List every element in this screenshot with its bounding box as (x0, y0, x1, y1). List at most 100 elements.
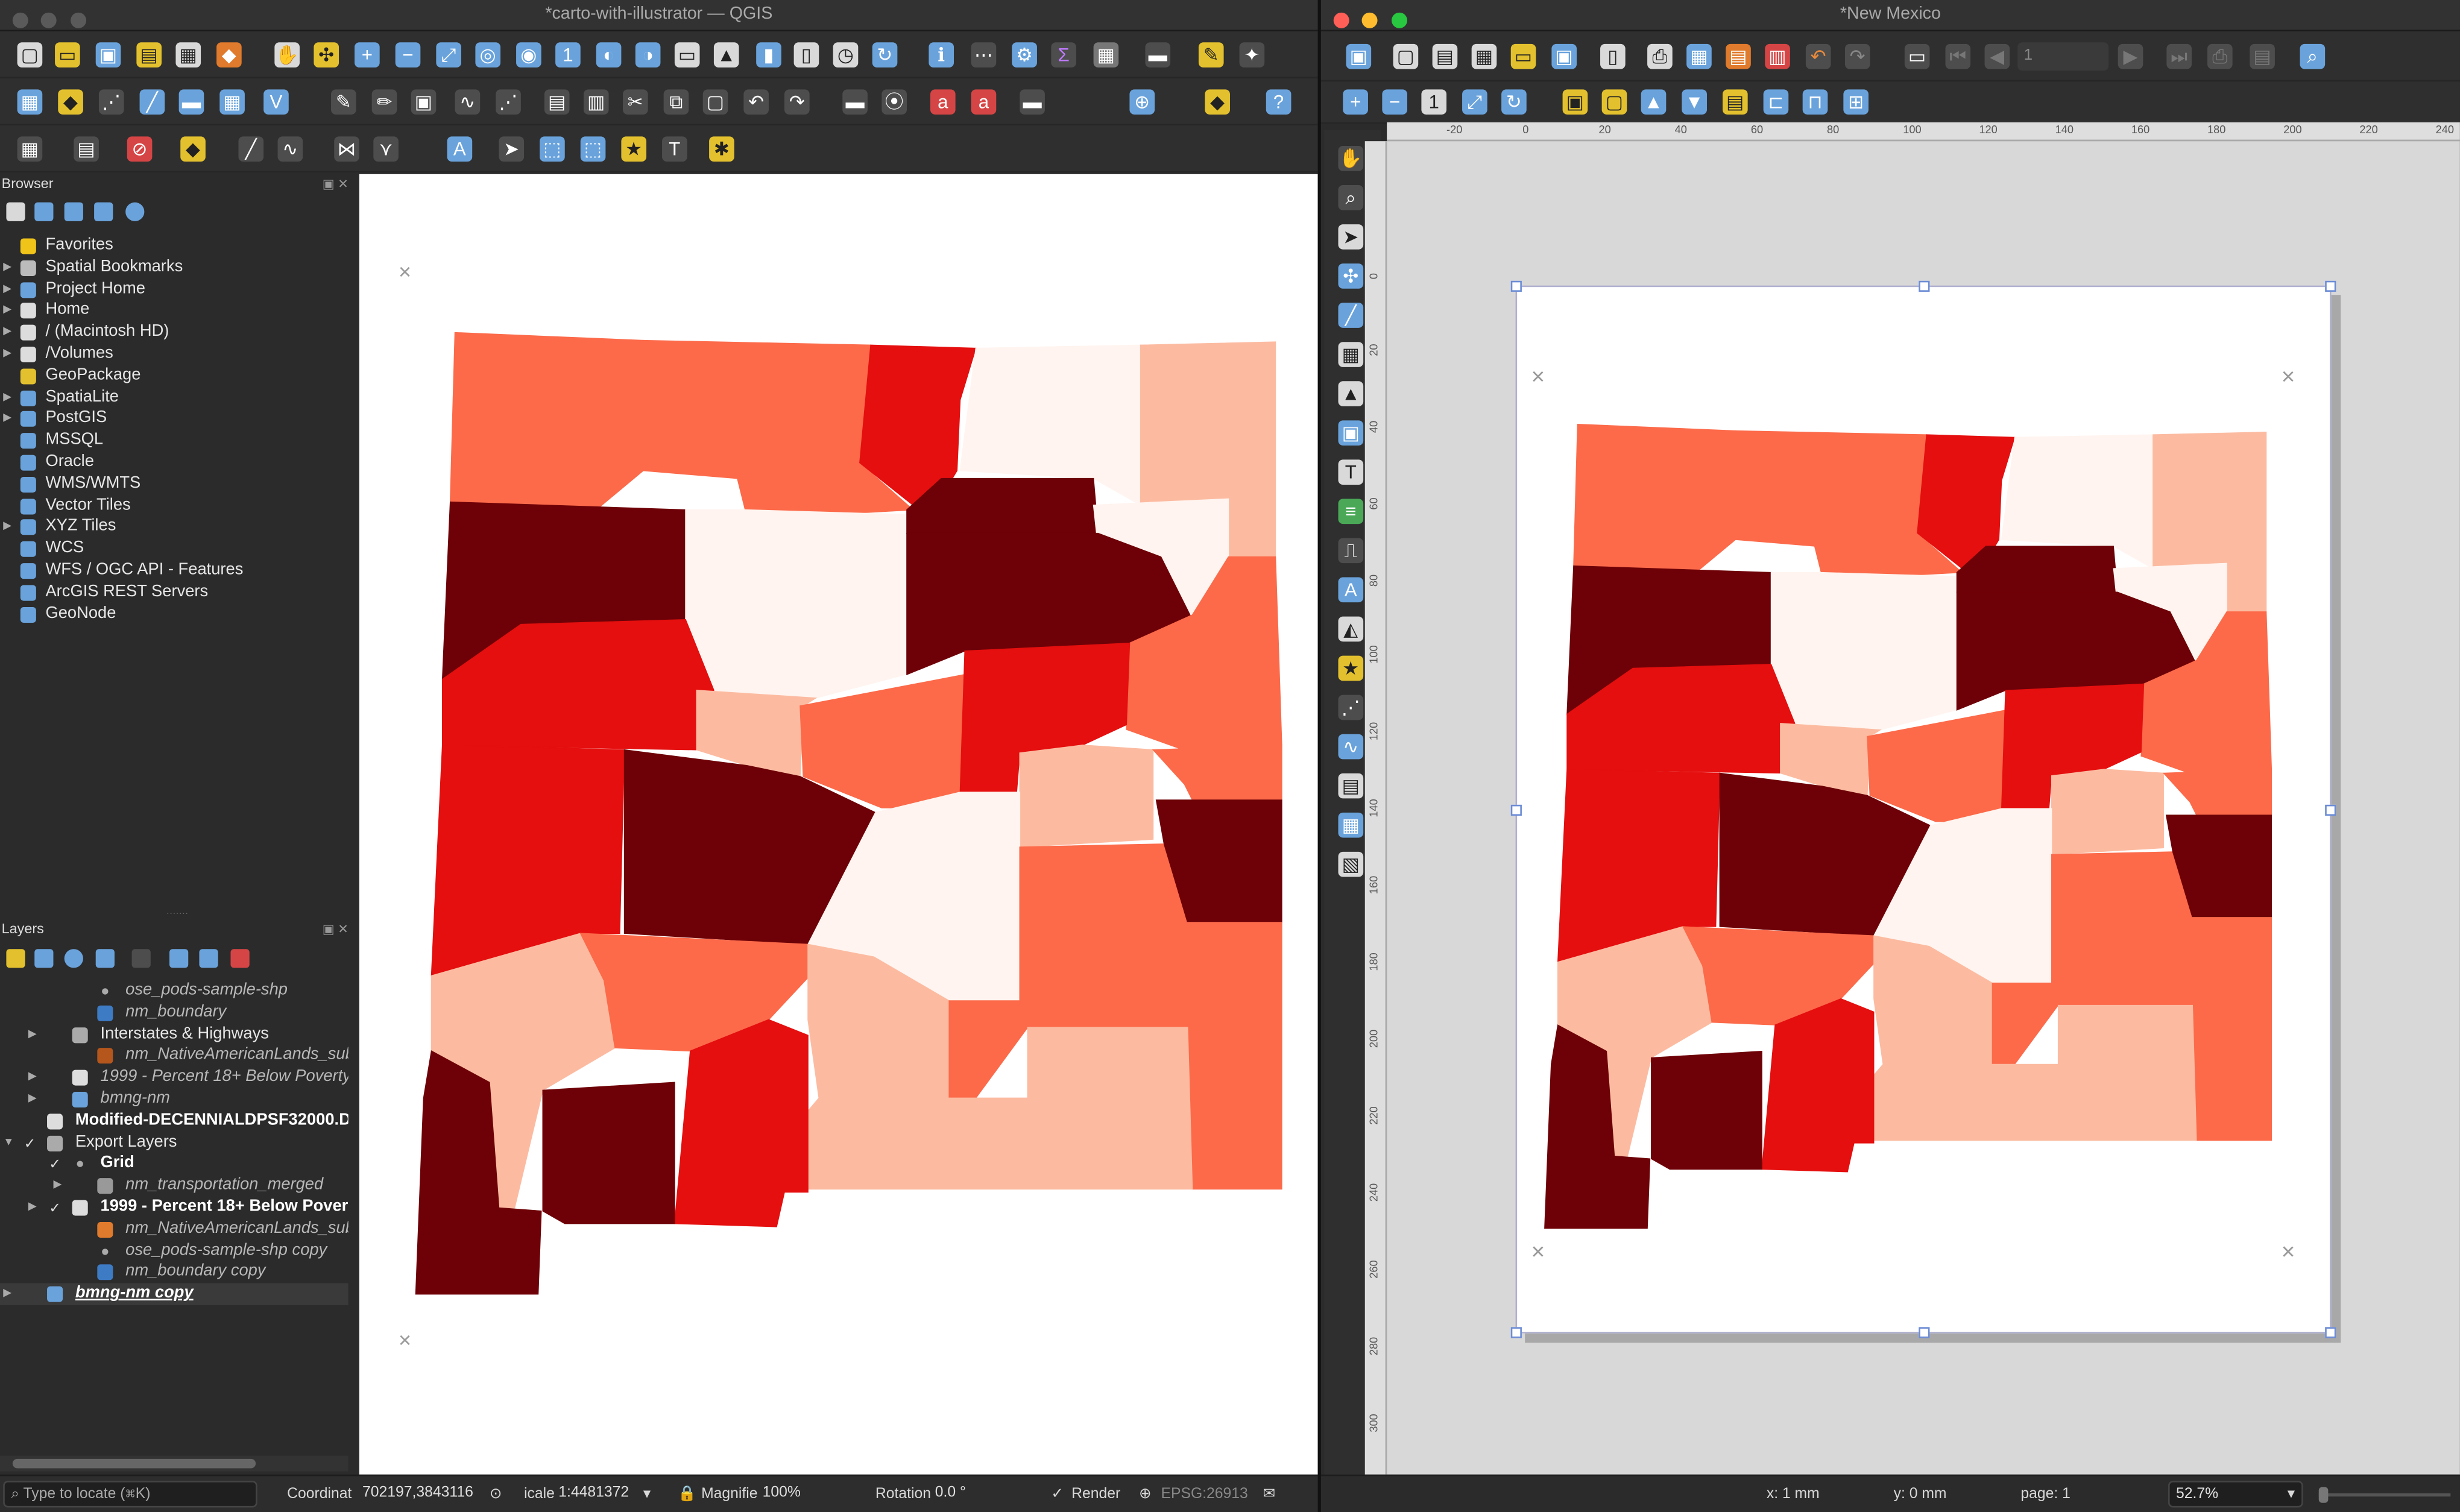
settings-gear-icon[interactable]: ⚙ (1012, 42, 1037, 68)
add-fixed-table-icon[interactable]: ▧ (1338, 851, 1364, 877)
layer-visibility-checkbox[interactable] (47, 1027, 63, 1042)
browser-item-arcgis-rest-servers[interactable]: ArcGIS REST Servers (0, 582, 348, 603)
panel-float-close-icon[interactable]: ▣ ✕ (323, 177, 348, 191)
copy-features-icon[interactable]: ⧉ (663, 89, 689, 115)
layer-item-ose-pods-sample-shp[interactable]: ose_pods-sample-shp (0, 980, 348, 1002)
layer-visibility-checkbox[interactable] (72, 1048, 88, 1064)
page-setup-icon[interactable]: ▯ (1600, 43, 1626, 69)
edit-nodes-icon[interactable]: ╱ (1338, 303, 1364, 328)
pin-label-star-icon[interactable]: ★ (621, 136, 647, 162)
save-as-icon[interactable]: ▤ (136, 42, 162, 68)
unlock-all-icon[interactable]: ▢ (1601, 89, 1627, 115)
print-atlas-icon[interactable]: ⎙ (2207, 43, 2233, 69)
deselect-all-icon[interactable]: ⊘ (127, 136, 153, 162)
add-legend-icon[interactable]: ≡ (1338, 499, 1364, 524)
zoom-full-icon[interactable]: ⤢ (436, 42, 461, 68)
add-shape-icon[interactable]: ◭ (1338, 616, 1364, 642)
properties-info-icon[interactable] (125, 202, 145, 221)
new-spatialite-icon[interactable]: ╱ (139, 89, 165, 115)
refresh-view-icon[interactable]: ↻ (1501, 89, 1527, 115)
layout-map-item[interactable]: × × × × (1517, 287, 2330, 1332)
python-console-icon[interactable]: ◆ (1205, 89, 1230, 115)
locator-search-input[interactable]: ⌕ Type to locate (⌘K) (3, 1481, 257, 1508)
add-polyline-icon[interactable]: ∿ (1338, 734, 1364, 760)
first-feature-icon[interactable]: ⏮ (1945, 43, 1971, 69)
expand-arrow-icon[interactable]: ▶ (3, 279, 11, 300)
export-image-icon[interactable]: ▦ (1686, 43, 1712, 69)
browser-item-geopackage[interactable]: GeoPackage (0, 365, 348, 387)
open-template-icon[interactable]: ▭ (1510, 43, 1536, 69)
browser-item-mssql[interactable]: MSSQL (0, 430, 348, 452)
save-layout-icon[interactable]: ▣ (1346, 43, 1372, 69)
expand-arrow-icon[interactable]: ▶ (3, 387, 11, 409)
add-map-icon[interactable]: ▦ (1338, 342, 1364, 367)
pan-to-selection-icon[interactable]: ✣ (314, 42, 339, 68)
expand-arrow-icon[interactable]: ▶ (28, 1067, 37, 1089)
new-map-view-icon[interactable]: ▭ (674, 42, 700, 68)
select-by-value-icon[interactable]: ▤ (74, 136, 99, 162)
redo-icon[interactable]: ↷ (784, 89, 810, 115)
delete-selected-icon[interactable]: ▥ (583, 89, 609, 115)
new-3d-map-view-icon[interactable]: ▲ (713, 42, 739, 68)
crs-globe-icon[interactable]: ⊕ (1139, 1485, 1152, 1503)
layer-visibility-checkbox[interactable] (72, 1243, 88, 1259)
layer-item-1999-percent-18-below-pover[interactable]: ▶ ✓ 1999 - Percent 18+ Below Pover (0, 1197, 348, 1218)
lower-items-icon[interactable]: ▼ (1682, 89, 1707, 115)
panel-splitter[interactable]: ······· (0, 910, 355, 919)
export-atlas-icon[interactable]: ▤ (2250, 43, 2275, 69)
layer-item-grid[interactable]: ✓ Grid (0, 1153, 348, 1175)
vertex-tool-icon[interactable]: ⋰ (496, 89, 521, 115)
render-checkbox[interactable]: ✓ (1051, 1485, 1064, 1503)
digitize-icon[interactable]: ∿ (455, 89, 481, 115)
zoom-full-icon[interactable]: ⤢ (1462, 89, 1487, 115)
previous-feature-icon[interactable]: ◀ (1984, 43, 2010, 69)
zoom-100-icon[interactable]: 1 (1421, 89, 1447, 115)
browser-item-volumes[interactable]: ▶ /Volumes (0, 344, 348, 365)
chevron-down-icon[interactable]: ▾ (643, 1485, 651, 1503)
layer-visibility-checkbox[interactable]: ✓ (47, 1157, 63, 1173)
resize-handle[interactable] (2325, 804, 2336, 816)
duplicate-layout-icon[interactable]: ▤ (1432, 43, 1458, 69)
new-layout-icon[interactable]: ▢ (1393, 43, 1419, 69)
last-feature-icon[interactable]: ⏭ (2166, 43, 2192, 69)
browser-item-macintosh-hd[interactable]: ▶ / (Macintosh HD) (0, 322, 348, 344)
browser-item-spatial-bookmarks[interactable]: ▶ Spatial Bookmarks (0, 257, 348, 279)
open-attribute-table-icon[interactable]: ⋯ (971, 42, 997, 68)
statistics-sum-icon[interactable]: Σ (1051, 42, 1076, 68)
messages-icon[interactable]: ✉ (1263, 1485, 1276, 1503)
toggle-extents-icon[interactable]: ⊙ (490, 1485, 502, 1503)
help-icon[interactable]: ? (1266, 89, 1292, 115)
select-feature-icon[interactable]: ▦ (17, 136, 43, 162)
print-icon[interactable]: ⎙ (1647, 43, 1673, 69)
resize-handle[interactable] (1510, 804, 1522, 816)
map-tips-icon[interactable]: ✎ (1198, 42, 1224, 68)
web-globe-icon[interactable]: ⊕ (1129, 89, 1155, 115)
distribute-icon[interactable]: ⊓ (1802, 89, 1828, 115)
add-scalebar-icon[interactable]: ⎍ (1338, 538, 1364, 564)
expand-arrow-icon[interactable]: ▶ (53, 1175, 62, 1197)
label-toolbar-abc-icon[interactable]: a (930, 89, 956, 115)
new-geopackage-icon[interactable]: ◆ (58, 89, 83, 115)
new-shapefile-icon[interactable]: ⋰ (98, 89, 124, 115)
browser-item-wfs-ogc-api-features[interactable]: WFS / OGC API - Features (0, 560, 348, 582)
magnifier-spinbox[interactable]: 100% (756, 1481, 863, 1507)
atlas-page-input[interactable]: 1 (2017, 42, 2109, 71)
expand-all-icon[interactable] (169, 949, 189, 968)
annotation-text-icon[interactable]: ✱ (709, 136, 734, 162)
resize-handle[interactable] (2325, 1327, 2336, 1338)
new-print-layout-icon[interactable]: ▦ (175, 42, 201, 68)
layer-item-bmng-nm-copy[interactable]: ▶ bmng-nm copy (0, 1283, 348, 1305)
split-features-icon[interactable]: ⋈ (334, 136, 359, 162)
move-item-content-icon[interactable]: ✣ (1338, 263, 1364, 289)
browser-item-vector-tiles[interactable]: Vector Tiles (0, 495, 348, 517)
new-virtual-layer-icon[interactable]: ▦ (219, 89, 245, 115)
measure-line-icon[interactable]: ▬ (1145, 42, 1171, 68)
layer-item-ose-pods-sample-shp-copy[interactable]: ose_pods-sample-shp copy (0, 1240, 348, 1262)
add-attribute-table-icon[interactable]: ▦ (1338, 812, 1364, 838)
zoom-last-icon[interactable]: ◐ (596, 42, 622, 68)
label-highlight-abc-icon[interactable]: a (971, 89, 997, 115)
zoom-native-resolution-icon[interactable]: 1 (555, 42, 581, 68)
save-edits-icon[interactable]: ▣ (411, 89, 437, 115)
layer-visibility-checkbox[interactable] (47, 1070, 63, 1086)
select-by-location-icon[interactable]: ◆ (180, 136, 206, 162)
